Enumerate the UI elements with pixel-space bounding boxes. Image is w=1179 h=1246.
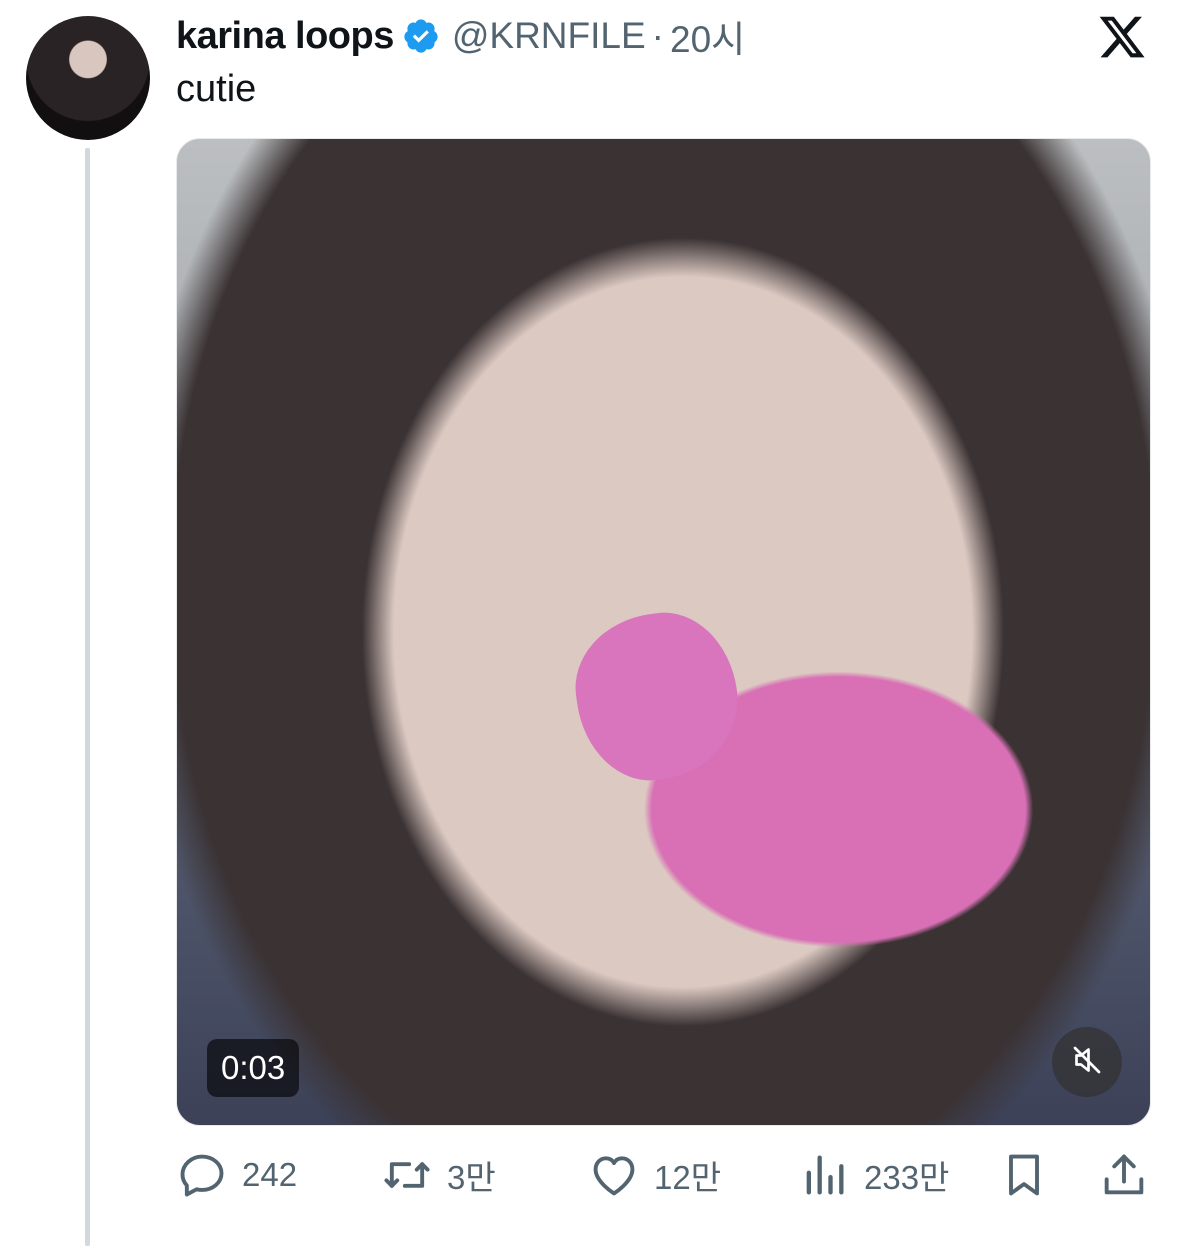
tweet-video[interactable]: 0:03 bbox=[176, 138, 1151, 1126]
heart-icon bbox=[588, 1149, 640, 1201]
separator-dot: · bbox=[651, 15, 664, 56]
views-chart-icon bbox=[798, 1149, 850, 1201]
like-button[interactable]: 12만 bbox=[588, 1145, 721, 1205]
mute-toggle-button[interactable] bbox=[1052, 1027, 1122, 1097]
reply-icon bbox=[176, 1149, 228, 1201]
bookmark-button[interactable] bbox=[998, 1145, 1050, 1205]
tweet-actions: 242 3만 12만 233만 bbox=[176, 1145, 1151, 1205]
retweet-icon bbox=[381, 1149, 433, 1201]
x-logo-icon bbox=[1097, 12, 1147, 62]
views-button[interactable]: 233만 bbox=[798, 1145, 949, 1205]
tweet-header: karina loops @KRNFILE · 20시 bbox=[176, 9, 745, 63]
thread-line bbox=[85, 148, 90, 1246]
avatar[interactable] bbox=[26, 16, 150, 140]
author-name[interactable]: karina loops bbox=[176, 15, 394, 58]
retweet-button[interactable]: 3만 bbox=[381, 1145, 496, 1205]
tweet-timestamp[interactable]: 20시 bbox=[670, 9, 745, 63]
retweet-count: 3만 bbox=[447, 1159, 496, 1196]
like-count: 12만 bbox=[654, 1159, 722, 1196]
speaker-muted-icon bbox=[1069, 1042, 1105, 1083]
tweet-text: cutie bbox=[176, 68, 257, 110]
share-button[interactable] bbox=[1098, 1145, 1150, 1205]
bookmark-icon bbox=[998, 1149, 1050, 1201]
share-upload-icon bbox=[1098, 1149, 1150, 1201]
verified-badge-icon bbox=[402, 17, 440, 55]
reply-button[interactable]: 242 bbox=[176, 1145, 297, 1205]
video-duration-badge: 0:03 bbox=[207, 1039, 300, 1097]
video-frame-detail bbox=[566, 603, 748, 790]
view-count: 233만 bbox=[864, 1159, 950, 1196]
author-handle[interactable]: @KRNFILE bbox=[452, 15, 646, 57]
reply-count: 242 bbox=[242, 1156, 298, 1193]
